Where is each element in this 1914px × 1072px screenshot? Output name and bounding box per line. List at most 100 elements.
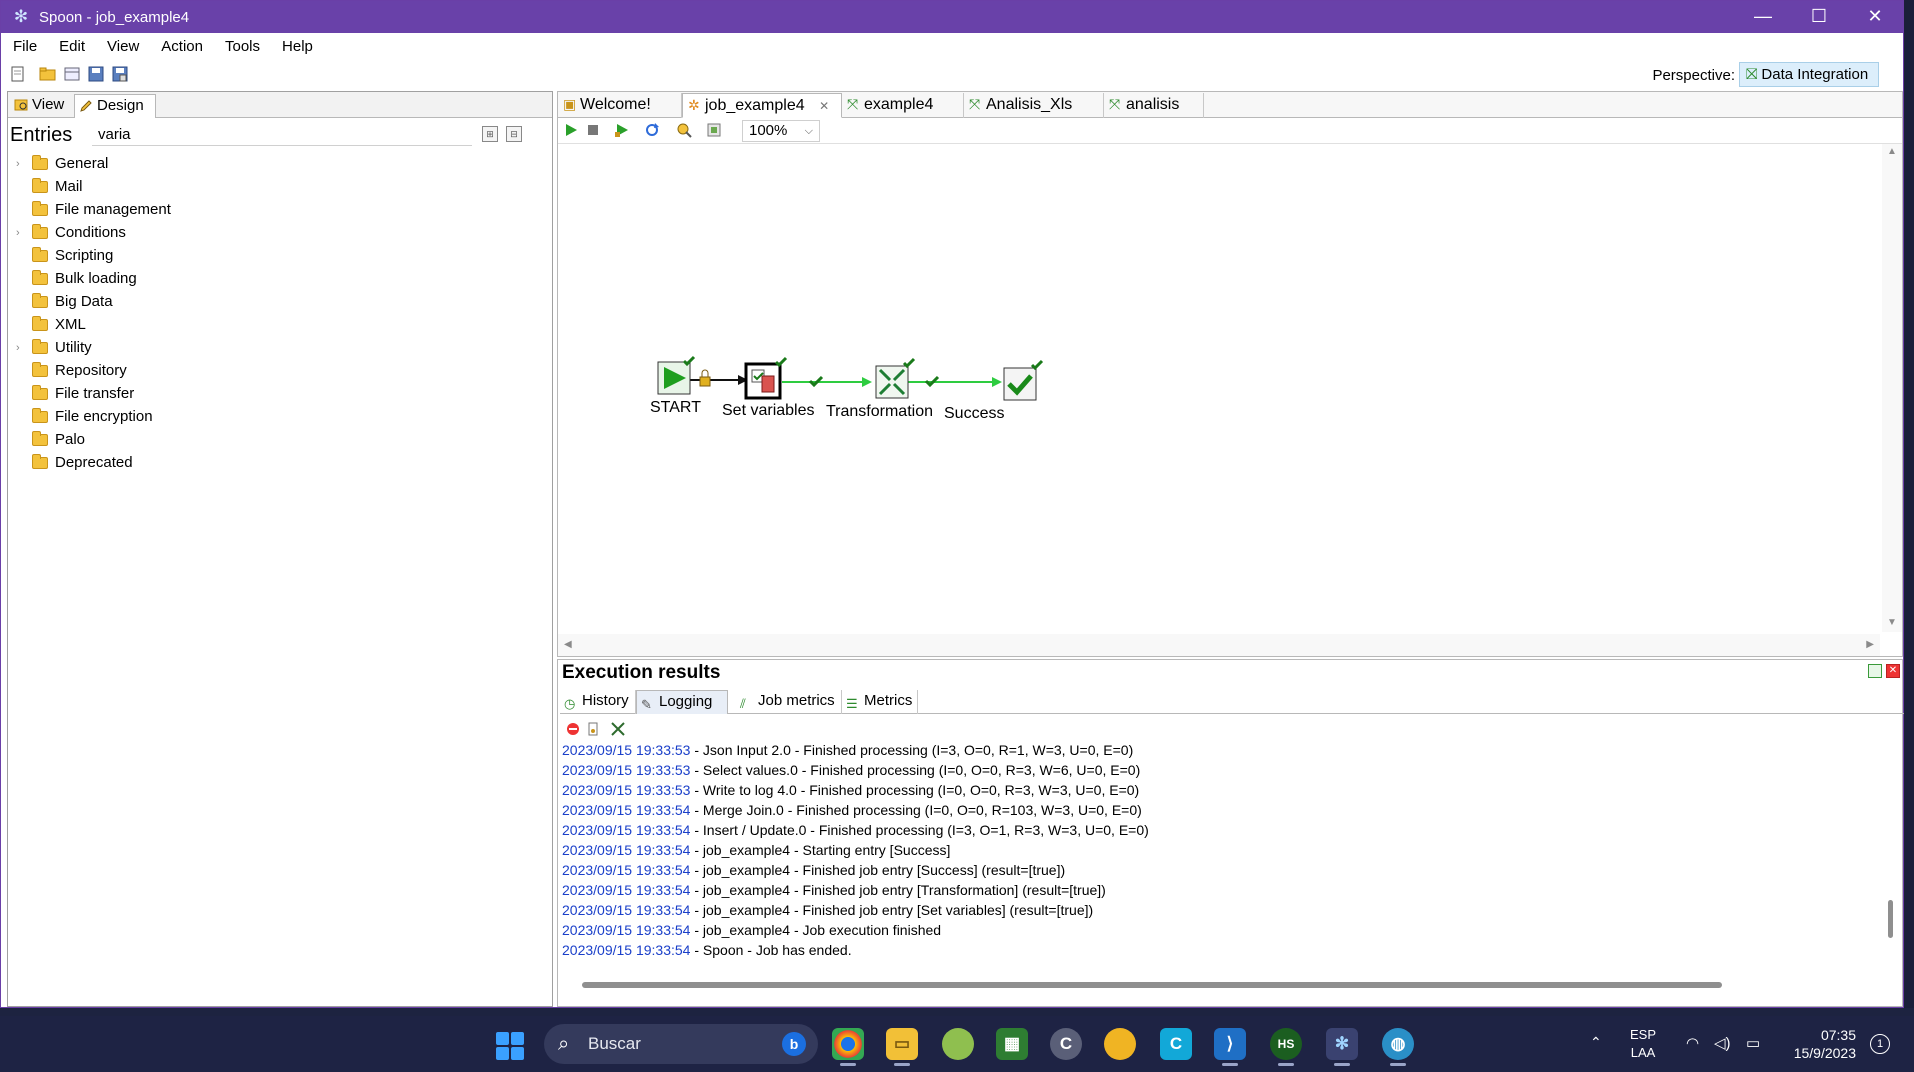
tree-item[interactable]: File management: [8, 198, 552, 221]
entries-search-input[interactable]: [92, 124, 472, 146]
app-icon-green[interactable]: [942, 1028, 974, 1060]
tab-history[interactable]: ◷ History: [560, 690, 636, 714]
tab-design[interactable]: Design: [74, 94, 156, 118]
tab-logging[interactable]: ✎ Logging: [636, 690, 728, 714]
close-button[interactable]: ✕: [1847, 1, 1903, 33]
perspective-button[interactable]: ⛝ Data Integration: [1739, 62, 1879, 87]
highlight-errors-icon[interactable]: [610, 721, 626, 737]
job-canvas[interactable]: START Set variables Transformation Succe…: [560, 146, 1880, 632]
app-icon-c-gray[interactable]: C: [1050, 1028, 1082, 1060]
tab-view[interactable]: View: [10, 94, 74, 118]
close-tab-icon[interactable]: ✕: [819, 99, 829, 113]
language-indicator[interactable]: ESP LAA: [1630, 1026, 1656, 1072]
chrome-icon[interactable]: [832, 1028, 864, 1066]
tray-chevron-up-icon[interactable]: ⌃: [1590, 1034, 1602, 1072]
file-explorer-icon[interactable]: ▭: [886, 1028, 918, 1066]
tab-welcome[interactable]: ▣ Welcome!: [558, 93, 682, 118]
tab-analisis[interactable]: ⤧ analisis: [1104, 93, 1204, 118]
windows-start-icon[interactable]: [496, 1032, 524, 1060]
tab-job-metrics[interactable]: ⫽ Job metrics: [736, 690, 842, 714]
scroll-down-icon[interactable]: ▼: [1887, 617, 1897, 628]
stop-icon[interactable]: [586, 123, 600, 137]
scroll-right-icon[interactable]: ▶: [1866, 639, 1874, 650]
expand-arrow-icon[interactable]: ›: [16, 342, 32, 354]
node-set-variables-icon[interactable]: [744, 356, 788, 400]
log-line: 2023/09/15 19:33:53 - Select values.0 - …: [562, 760, 1872, 780]
tree-item[interactable]: XML: [8, 313, 552, 336]
heidisql-icon[interactable]: HS: [1270, 1028, 1302, 1066]
folder-icon: [32, 453, 48, 469]
zoom-select[interactable]: 100% ⌵: [742, 120, 820, 142]
menu-edit[interactable]: Edit: [47, 38, 95, 55]
tree-item[interactable]: Repository: [8, 359, 552, 382]
explore-repository-icon[interactable]: [63, 65, 81, 83]
save-as-icon[interactable]: [111, 65, 129, 83]
battery-icon[interactable]: ▭: [1746, 1034, 1760, 1072]
app-icon-globe[interactable]: ◍: [1382, 1028, 1414, 1066]
vscode-icon[interactable]: ⟩: [1214, 1028, 1246, 1066]
tab-analisis-xls[interactable]: ⤧ Analisis_Xls: [964, 93, 1104, 118]
spoon-taskbar-icon[interactable]: ✻: [1326, 1028, 1358, 1066]
tree-item[interactable]: Palo: [8, 428, 552, 451]
scroll-up-icon[interactable]: ▲: [1887, 146, 1897, 157]
notification-badge[interactable]: 1: [1870, 1034, 1890, 1054]
collapse-all-icon[interactable]: ⊟: [506, 126, 522, 142]
app-icon-c-blue[interactable]: C: [1160, 1028, 1192, 1060]
tree-item[interactable]: Scripting: [8, 244, 552, 267]
open-folder-icon[interactable]: [39, 65, 57, 83]
new-file-icon[interactable]: [9, 65, 27, 83]
node-success-icon[interactable]: [1003, 359, 1044, 401]
maximize-button[interactable]: ☐: [1791, 1, 1847, 33]
node-transformation-icon[interactable]: [875, 357, 916, 399]
expand-all-icon[interactable]: ⊞: [482, 126, 498, 142]
scroll-left-icon[interactable]: ◀: [564, 639, 572, 650]
tree-item[interactable]: Deprecated: [8, 451, 552, 474]
menu-file[interactable]: File: [1, 38, 47, 55]
canvas-horizontal-scrollbar[interactable]: ◀ ▶: [558, 634, 1880, 656]
bing-icon[interactable]: b: [782, 1032, 806, 1056]
save-icon[interactable]: [87, 65, 105, 83]
tab-analisis-label: analisis: [1126, 96, 1180, 113]
minimize-button[interactable]: —: [1735, 1, 1791, 33]
menu-view[interactable]: View: [95, 38, 149, 55]
impact-icon[interactable]: [706, 122, 722, 138]
tree-item[interactable]: File transfer: [8, 382, 552, 405]
tree-item[interactable]: › General: [8, 152, 552, 175]
node-start-icon[interactable]: [657, 355, 696, 395]
node-transformation-label: Transformation: [826, 403, 933, 420]
check-job-icon[interactable]: [676, 122, 692, 138]
replay-icon[interactable]: [644, 122, 660, 138]
log-vertical-scrollbar[interactable]: [1886, 720, 1896, 970]
tree-item[interactable]: Mail: [8, 175, 552, 198]
run-options-icon[interactable]: [614, 122, 630, 138]
menu-action[interactable]: Action: [149, 38, 213, 55]
log-settings-icon[interactable]: [586, 722, 600, 736]
app-icon-yellow[interactable]: [1104, 1028, 1136, 1060]
tree-item[interactable]: Big Data: [8, 290, 552, 313]
tree-item[interactable]: Bulk loading: [8, 267, 552, 290]
clock[interactable]: 07:35 15/9/2023: [1782, 1026, 1856, 1072]
tree-item[interactable]: › Conditions: [8, 221, 552, 244]
chevron-down-icon: ⌵: [804, 125, 813, 137]
expand-arrow-icon[interactable]: ›: [16, 227, 32, 239]
menu-tools[interactable]: Tools: [213, 38, 270, 55]
clear-log-icon[interactable]: [566, 722, 580, 736]
job-editor: ▣ Welcome! ✲ job_example4 ✕ ⤧ example4 ⤧…: [557, 91, 1903, 657]
wifi-icon[interactable]: ◠: [1686, 1034, 1699, 1072]
log-horizontal-scrollbar[interactable]: [582, 982, 1722, 988]
tab-job-example4[interactable]: ✲ job_example4 ✕: [682, 93, 842, 118]
expand-arrow-icon[interactable]: ›: [16, 158, 32, 170]
tree-item[interactable]: › Utility: [8, 336, 552, 359]
canvas-vertical-scrollbar[interactable]: ▲ ▼: [1882, 144, 1902, 632]
volume-icon[interactable]: ◁): [1714, 1034, 1731, 1072]
store-grid-icon[interactable]: ▦: [996, 1028, 1028, 1060]
close-panel-icon[interactable]: ✕: [1886, 664, 1900, 678]
maximize-panel-icon[interactable]: [1868, 664, 1882, 678]
run-icon[interactable]: [564, 123, 578, 137]
log-scroll-thumb[interactable]: [1888, 900, 1893, 938]
tab-example4[interactable]: ⤧ example4: [842, 93, 964, 118]
menu-help[interactable]: Help: [270, 38, 323, 55]
tree-item[interactable]: File encryption: [8, 405, 552, 428]
tab-metrics[interactable]: ☰ Metrics: [842, 690, 918, 714]
taskbar-search[interactable]: ⌕ Buscar b: [544, 1024, 818, 1064]
